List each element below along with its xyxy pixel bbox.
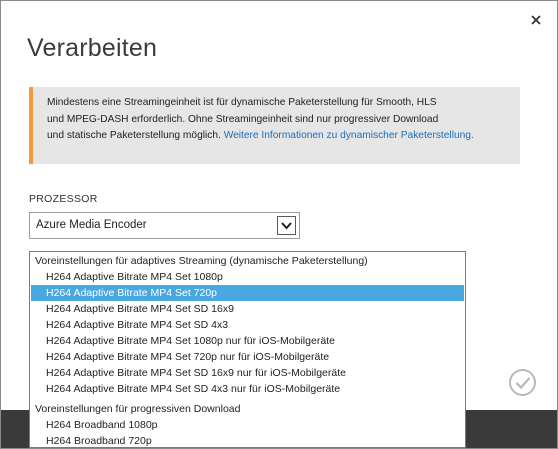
close-icon bbox=[531, 15, 541, 25]
processor-label: PROZESSOR bbox=[29, 193, 98, 205]
processor-dropdown-toggle[interactable] bbox=[277, 216, 296, 235]
group-header-progressive-download: Voreinstellungen für progressiven Downlo… bbox=[35, 403, 241, 415]
preset-option[interactable]: H264 Adaptive Bitrate MP4 Set SD 16x9 bbox=[31, 301, 464, 317]
preset-option[interactable]: H264 Adaptive Bitrate MP4 Set 1080p nur … bbox=[31, 333, 464, 349]
preset-option[interactable]: H264 Adaptive Bitrate MP4 Set SD 4x3 nur… bbox=[31, 381, 464, 397]
process-dialog: Verarbeiten Mindestens eine Streamingein… bbox=[0, 0, 558, 449]
preset-option-selected[interactable]: H264 Adaptive Bitrate MP4 Set 720p bbox=[31, 285, 464, 301]
checkmark-icon bbox=[515, 377, 531, 390]
group-header-adaptive-streaming: Voreinstellungen für adaptives Streaming… bbox=[35, 255, 368, 267]
preset-option[interactable]: H264 Adaptive Bitrate MP4 Set SD 4x3 bbox=[31, 317, 464, 333]
preset-option[interactable]: H264 Adaptive Bitrate MP4 Set 720p nur f… bbox=[31, 349, 464, 365]
dialog-title: Verarbeiten bbox=[27, 34, 158, 62]
preset-dropdown-list: Voreinstellungen für adaptives Streaming… bbox=[29, 251, 466, 448]
chevron-down-icon bbox=[281, 222, 292, 230]
processor-select[interactable]: Azure Media Encoder bbox=[29, 212, 300, 239]
processor-selected-value: Azure Media Encoder bbox=[36, 219, 147, 231]
close-button[interactable] bbox=[529, 13, 543, 27]
info-notice: Mindestens eine Streamingeinheit ist für… bbox=[29, 87, 520, 164]
preset-option[interactable]: H264 Adaptive Bitrate MP4 Set SD 16x9 nu… bbox=[31, 365, 464, 381]
more-info-link[interactable]: Weitere Informationen zu dynamischer Pak… bbox=[224, 130, 474, 141]
info-text-line-1: Mindestens eine Streamingeinheit ist für… bbox=[47, 97, 437, 108]
info-text-line-3: und statische Paketerstellung möglich. bbox=[47, 130, 224, 141]
info-text-line-2: und MPEG-DASH erforderlich. Ohne Streami… bbox=[47, 113, 439, 125]
preset-option[interactable]: H264 Broadband 1080p bbox=[31, 417, 464, 433]
preset-option[interactable]: H264 Adaptive Bitrate MP4 Set 1080p bbox=[31, 269, 464, 285]
preset-option[interactable]: H264 Broadband 720p bbox=[31, 433, 464, 448]
confirm-button[interactable] bbox=[509, 369, 536, 396]
